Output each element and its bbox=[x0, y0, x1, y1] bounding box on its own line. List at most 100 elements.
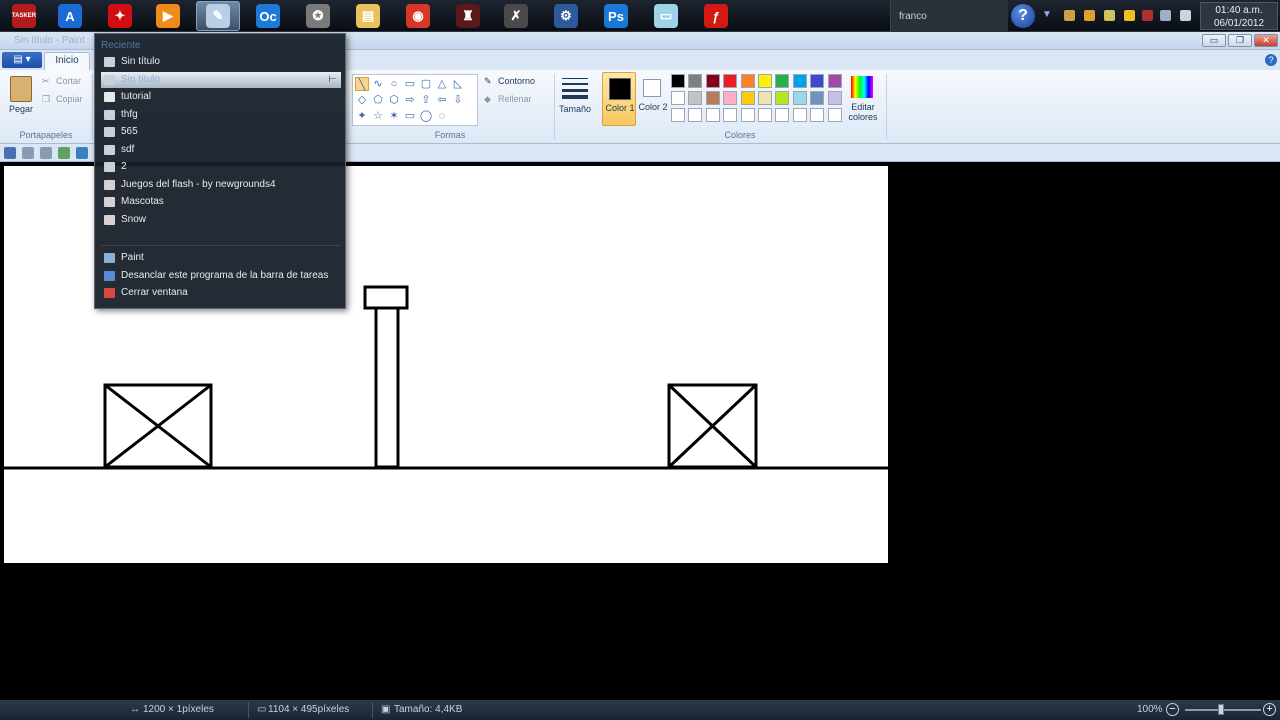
close-button[interactable]: ✕ bbox=[1254, 34, 1278, 47]
task-item[interactable]: Cerrar ventana bbox=[101, 285, 341, 301]
user-search-field[interactable]: franco bbox=[890, 0, 1008, 32]
fill-dropdown[interactable]: Rellenar bbox=[498, 94, 532, 104]
shape-tool-icon[interactable]: ⇦ bbox=[435, 93, 449, 107]
photoshop-app-button[interactable]: Ps bbox=[594, 1, 638, 31]
network-icon[interactable] bbox=[1064, 10, 1075, 21]
palette-swatch[interactable] bbox=[705, 74, 720, 88]
palette-swatch[interactable] bbox=[688, 74, 703, 88]
recent-item[interactable]: tutorial bbox=[101, 89, 341, 105]
palette-swatch[interactable] bbox=[792, 91, 807, 105]
display-icon[interactable] bbox=[1160, 10, 1171, 21]
edit-colors-icon[interactable] bbox=[851, 76, 873, 98]
recent-item[interactable]: thfg bbox=[101, 107, 341, 123]
flag-icon[interactable] bbox=[1142, 10, 1153, 21]
shape-tool-icon[interactable]: ◯ bbox=[419, 109, 433, 123]
save-icon[interactable] bbox=[4, 147, 16, 159]
recent-item[interactable]: Mascotas bbox=[101, 194, 341, 210]
palette-swatch[interactable] bbox=[775, 91, 790, 105]
shape-tool-icon[interactable]: ⬡ bbox=[387, 93, 401, 107]
shape-tool-icon[interactable]: ◇ bbox=[355, 93, 369, 107]
palette-swatch[interactable] bbox=[671, 91, 685, 105]
shape-tool-icon[interactable]: ▭ bbox=[403, 109, 417, 123]
custom-color-slot[interactable] bbox=[740, 108, 755, 122]
shape-tool-icon[interactable]: ◌ bbox=[435, 109, 449, 123]
palette-swatch[interactable] bbox=[723, 91, 738, 105]
volume-icon[interactable] bbox=[1180, 10, 1191, 21]
recent-item[interactable]: Sin título ⊢ bbox=[101, 71, 341, 88]
shape-tool-icon[interactable]: ⬠ bbox=[371, 93, 385, 107]
custom-color-slot[interactable] bbox=[810, 108, 825, 122]
fighter-app-button[interactable]: ✦ bbox=[98, 1, 142, 31]
palette-swatch[interactable] bbox=[758, 91, 772, 105]
video-app-button[interactable]: ▶ bbox=[146, 1, 190, 31]
tasker-app-button[interactable]: TASKER bbox=[2, 1, 46, 31]
custom-color-slot[interactable] bbox=[723, 108, 738, 122]
zoom-in-button[interactable]: + bbox=[1263, 703, 1276, 716]
shape-tool-icon[interactable]: ⇧ bbox=[419, 93, 433, 107]
palette-swatch[interactable] bbox=[827, 74, 842, 88]
palette-swatch[interactable] bbox=[810, 91, 825, 105]
flash-app-button[interactable]: ƒ bbox=[694, 1, 738, 31]
clock[interactable]: 01:40 a.m. 06/01/2012 bbox=[1200, 2, 1278, 30]
shape-tool-icon[interactable]: △ bbox=[435, 77, 449, 91]
shape-tool-icon[interactable]: ◺ bbox=[451, 77, 465, 91]
recent-item[interactable]: Snow bbox=[101, 212, 341, 228]
palette-swatch[interactable] bbox=[688, 91, 703, 105]
palette-swatch[interactable] bbox=[827, 91, 842, 105]
custom-color-slot[interactable] bbox=[775, 108, 790, 122]
chrome-app-button[interactable]: ◉ bbox=[396, 1, 440, 31]
paste-icon[interactable] bbox=[10, 76, 32, 102]
shape-tool-icon[interactable]: ▭ bbox=[403, 77, 417, 91]
figure-app-button[interactable]: ♜ bbox=[446, 1, 490, 31]
custom-color-slot[interactable] bbox=[688, 108, 703, 122]
shape-tool-icon[interactable]: ○ bbox=[387, 77, 401, 91]
explorer-app-button[interactable]: ▤ bbox=[346, 1, 390, 31]
copy-button[interactable]: Copiar bbox=[56, 94, 83, 104]
tool-app-button[interactable]: ✗ bbox=[494, 1, 538, 31]
cut-button[interactable]: Cortar bbox=[56, 76, 81, 86]
tools-icon[interactable] bbox=[1104, 10, 1115, 21]
palette-swatch[interactable] bbox=[775, 74, 790, 88]
recent-item[interactable]: 565 bbox=[101, 124, 341, 140]
custom-color-slot[interactable] bbox=[792, 108, 807, 122]
view-icon[interactable] bbox=[58, 147, 70, 159]
custom-color-slot[interactable] bbox=[827, 108, 842, 122]
recent-item[interactable]: 2 bbox=[101, 159, 341, 175]
restore-button[interactable]: ❐ bbox=[1228, 34, 1252, 47]
game-app-button[interactable]: ✪ bbox=[296, 1, 340, 31]
palette-swatch[interactable] bbox=[792, 74, 807, 88]
security-icon[interactable] bbox=[1124, 10, 1135, 21]
customize-qat-icon[interactable] bbox=[76, 147, 88, 159]
shape-tool-icon[interactable]: ⇨ bbox=[403, 93, 417, 107]
minimize-button[interactable]: ▭ bbox=[1202, 34, 1226, 47]
custom-color-slot[interactable] bbox=[758, 108, 772, 122]
palette-swatch[interactable] bbox=[740, 91, 755, 105]
notepad-app-button[interactable]: ▭ bbox=[644, 1, 688, 31]
size-lines-icon[interactable] bbox=[562, 76, 588, 99]
shape-tool-icon[interactable]: ✦ bbox=[355, 109, 369, 123]
oc-app-button[interactable]: Oc bbox=[246, 1, 290, 31]
color2-button[interactable]: Color 2 bbox=[638, 72, 668, 126]
undo-icon[interactable] bbox=[22, 147, 34, 159]
task-item[interactable]: Paint bbox=[101, 250, 341, 266]
recent-item[interactable]: Sin título bbox=[101, 54, 341, 70]
color1-button[interactable]: Color 1 bbox=[602, 72, 636, 126]
paint-app-button[interactable]: ✎ bbox=[196, 1, 240, 31]
edit-colors-button[interactable]: Editar colores bbox=[844, 102, 882, 122]
tray-chevron-icon[interactable]: ▼ bbox=[1042, 9, 1052, 20]
paste-button[interactable]: Pegar bbox=[6, 104, 36, 114]
gear-app-button[interactable]: ⚙ bbox=[544, 1, 588, 31]
shapes-gallery[interactable]: ╲ ∿ ○ ▭ ▢ △ ◺ ◇ ⬠ ⬡ ⇨ ⇧ ⇦ ⇩ ✦ ☆ ✶ ▭ ◯ ◌ bbox=[352, 74, 478, 126]
recent-item[interactable]: Juegos del flash - by newgrounds4 bbox=[101, 177, 341, 193]
zoom-slider-thumb[interactable] bbox=[1218, 704, 1224, 715]
pin-icon[interactable]: ⊢ bbox=[328, 72, 337, 88]
shape-tool-icon[interactable]: ▢ bbox=[419, 77, 433, 91]
outline-dropdown[interactable]: Contorno bbox=[498, 76, 535, 86]
palette-swatch[interactable] bbox=[810, 74, 825, 88]
shape-tool-icon[interactable]: ╲ bbox=[355, 77, 369, 91]
shape-tool-icon[interactable]: ✶ bbox=[387, 109, 401, 123]
palette-swatch[interactable] bbox=[705, 91, 720, 105]
palette-swatch[interactable] bbox=[740, 74, 755, 88]
shape-tool-icon[interactable]: ⇩ bbox=[451, 93, 465, 107]
recent-item[interactable]: sdf bbox=[101, 142, 341, 158]
